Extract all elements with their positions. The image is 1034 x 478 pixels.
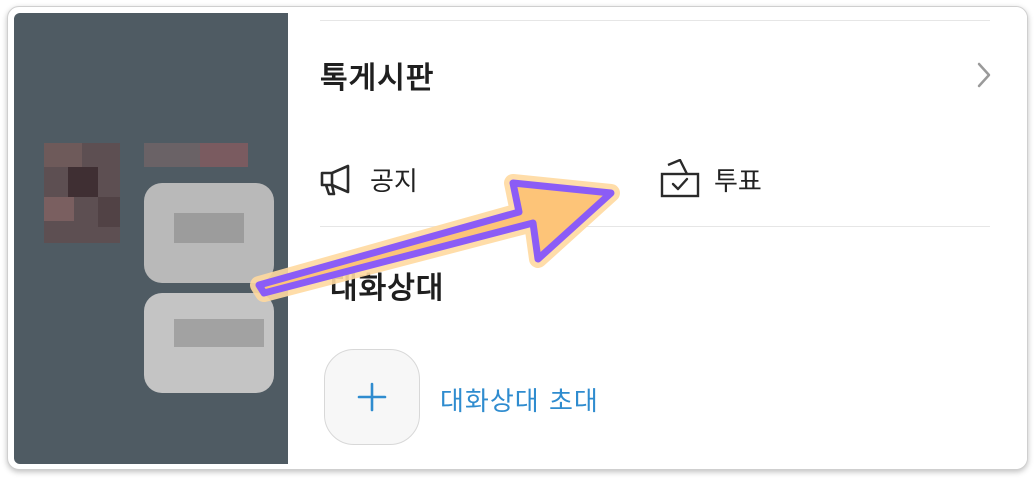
annotation-arrow <box>250 174 620 302</box>
screenshot-frame: 톡게시판 공지 투표 대화상대 대화상대 초대 <box>7 6 1028 470</box>
